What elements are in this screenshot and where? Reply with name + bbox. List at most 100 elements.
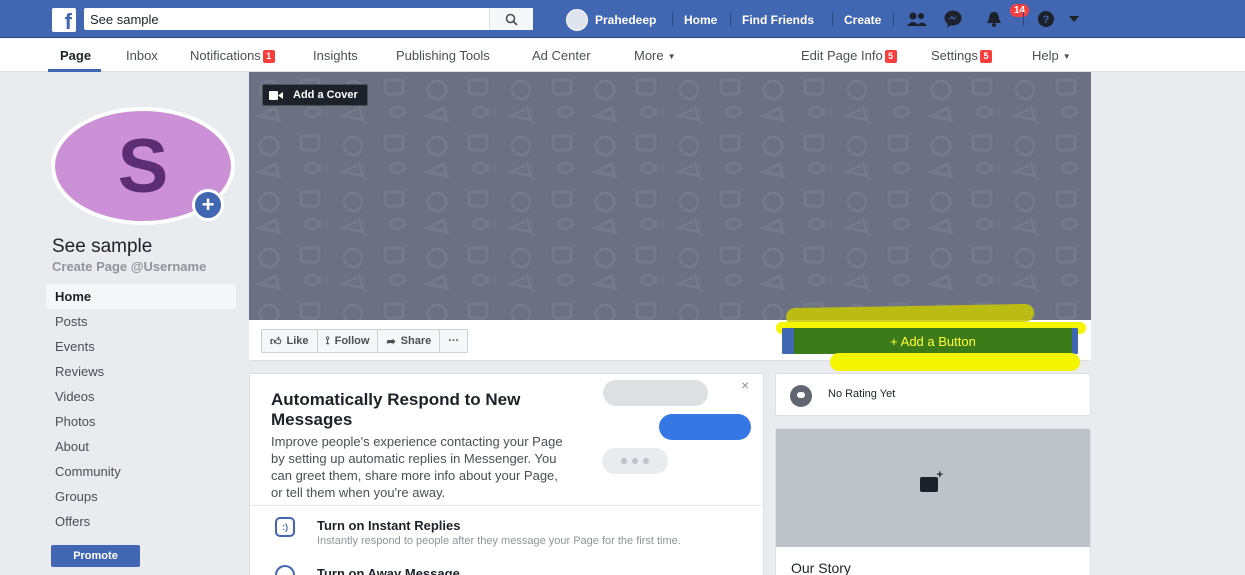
- active-tab-indicator: [48, 69, 101, 72]
- share-arrow-icon: ➦: [386, 335, 396, 348]
- chat-bubble-illustration: [603, 380, 708, 406]
- tab-edit-page-info[interactable]: Edit Page Info 5: [801, 48, 897, 63]
- thumbs-up-icon: 👍︎: [270, 335, 282, 348]
- profile-picture[interactable]: S +: [51, 107, 235, 225]
- tab-label: Help: [1032, 48, 1059, 63]
- like-button[interactable]: 👍︎ Like: [262, 330, 318, 352]
- promote-button[interactable]: Promote: [51, 545, 140, 567]
- cover-photo-area[interactable]: [249, 72, 1091, 320]
- add-photo-plus-icon[interactable]: +: [192, 189, 224, 221]
- rating-speech-bubble-icon: [790, 385, 812, 407]
- rating-text: No Rating Yet: [828, 388, 896, 400]
- facebook-logo-icon[interactable]: f: [52, 8, 76, 32]
- instant-reply-smiley-icon: :): [275, 517, 295, 537]
- add-photo-icon[interactable]: [920, 469, 943, 492]
- close-icon[interactable]: ×: [741, 377, 749, 393]
- rating-card: [775, 373, 1091, 416]
- cover-pattern: [249, 72, 1091, 320]
- count-badge: 5: [979, 50, 992, 63]
- add-cover-label: Add a Cover: [293, 89, 358, 101]
- highlight-mark: [830, 353, 1080, 371]
- follow-button[interactable]: ⟟ Follow: [318, 330, 379, 352]
- tab-page[interactable]: Page: [60, 48, 91, 63]
- share-label: Share: [400, 335, 432, 347]
- left-nav-item-home[interactable]: Home: [46, 284, 236, 309]
- left-nav-item-videos[interactable]: Videos: [46, 384, 236, 409]
- search-icon: [505, 13, 518, 26]
- tab-settings[interactable]: Settings 5: [931, 48, 992, 63]
- tab-label: Inbox: [126, 48, 158, 63]
- card-description: Improve people's experience contacting y…: [271, 434, 563, 500]
- our-story-title: Our Story: [791, 560, 851, 575]
- add-a-button-label: + Add a Button: [782, 328, 1078, 354]
- card-title: Automatically Respond to New Messages: [271, 390, 521, 429]
- nav-home[interactable]: Home: [684, 13, 717, 27]
- search-button[interactable]: [489, 8, 533, 30]
- avatar: [566, 9, 588, 31]
- typing-indicator-illustration: [602, 448, 668, 474]
- tab-label: Settings: [931, 48, 978, 63]
- friend-requests-icon[interactable]: [905, 8, 929, 30]
- away-message-link[interactable]: Turn on Away Message: [317, 566, 460, 575]
- tab-label: Ad Center: [532, 48, 591, 63]
- tab-ad-center[interactable]: Ad Center: [532, 48, 591, 63]
- divider: [250, 505, 763, 506]
- dot: [643, 458, 649, 464]
- left-nav-item-reviews[interactable]: Reviews: [46, 359, 236, 384]
- more-label: ···: [448, 335, 460, 347]
- instant-replies-description: Instantly respond to people after they m…: [317, 535, 681, 547]
- tab-label: More: [634, 48, 664, 63]
- left-nav-item-posts[interactable]: Posts: [46, 309, 236, 334]
- count-badge: 5: [884, 50, 897, 63]
- divider: [672, 12, 673, 26]
- tab-help[interactable]: Help ▼: [1032, 48, 1071, 63]
- page-title: See sample: [52, 236, 153, 257]
- count-badge: 1: [262, 50, 275, 63]
- profile-link[interactable]: Prahedeep: [566, 9, 656, 31]
- chat-bubble-illustration: [659, 414, 751, 440]
- top-bar: f Prahedeep Home Find Friends Create 14 …: [0, 0, 1245, 38]
- left-nav-item-photos[interactable]: Photos: [46, 409, 236, 434]
- help-icon[interactable]: ?: [1034, 8, 1058, 30]
- page-tabs-bar: Page Inbox Notifications 1 Insights Publi…: [0, 38, 1245, 72]
- more-options-button[interactable]: ···: [440, 330, 467, 352]
- tab-label: Insights: [313, 48, 358, 63]
- nav-create[interactable]: Create: [844, 13, 881, 27]
- share-button[interactable]: ➦ Share: [378, 330, 441, 352]
- tab-label: Notifications: [190, 48, 261, 63]
- instant-replies-link[interactable]: Turn on Instant Replies: [317, 518, 461, 533]
- left-nav-item-groups[interactable]: Groups: [46, 484, 236, 509]
- nav-find-friends[interactable]: Find Friends: [742, 13, 814, 27]
- left-nav-item-community[interactable]: Community: [46, 459, 236, 484]
- video-camera-icon: [269, 90, 283, 100]
- search-box: [84, 8, 533, 30]
- left-nav-item-offers[interactable]: Offers: [46, 509, 236, 534]
- divider: [832, 12, 833, 26]
- notifications-icon[interactable]: [982, 8, 1006, 30]
- divider: [730, 12, 731, 26]
- divider: [1023, 12, 1024, 26]
- tab-label: Page: [60, 48, 92, 63]
- add-cover-button[interactable]: Add a Cover: [262, 84, 368, 106]
- create-username-link[interactable]: Create Page @Username: [52, 259, 206, 274]
- notifications-badge: 14: [1009, 3, 1031, 18]
- tab-label: Edit Page Info: [801, 48, 883, 63]
- follow-label: Follow: [334, 335, 370, 347]
- left-nav-item-events[interactable]: Events: [46, 334, 236, 359]
- dot: [632, 458, 638, 464]
- account-menu-chevron-down-icon[interactable]: [1062, 8, 1086, 30]
- rss-icon: ⟟: [325, 334, 330, 347]
- svg-text:?: ?: [1043, 14, 1050, 26]
- tab-insights[interactable]: Insights: [313, 48, 358, 63]
- dot: [621, 458, 627, 464]
- tab-publishing-tools[interactable]: Publishing Tools: [396, 48, 490, 63]
- left-nav: Home Posts Events Reviews Videos Photos …: [46, 284, 236, 534]
- messenger-icon[interactable]: [941, 8, 965, 30]
- search-input[interactable]: [84, 9, 489, 29]
- tab-notifications[interactable]: Notifications 1: [190, 48, 275, 63]
- divider: [893, 12, 894, 26]
- tab-more[interactable]: More ▼: [634, 48, 676, 63]
- tab-inbox[interactable]: Inbox: [126, 48, 158, 63]
- left-nav-item-about[interactable]: About: [46, 434, 236, 459]
- add-a-button-button[interactable]: + Add a Button: [782, 328, 1078, 354]
